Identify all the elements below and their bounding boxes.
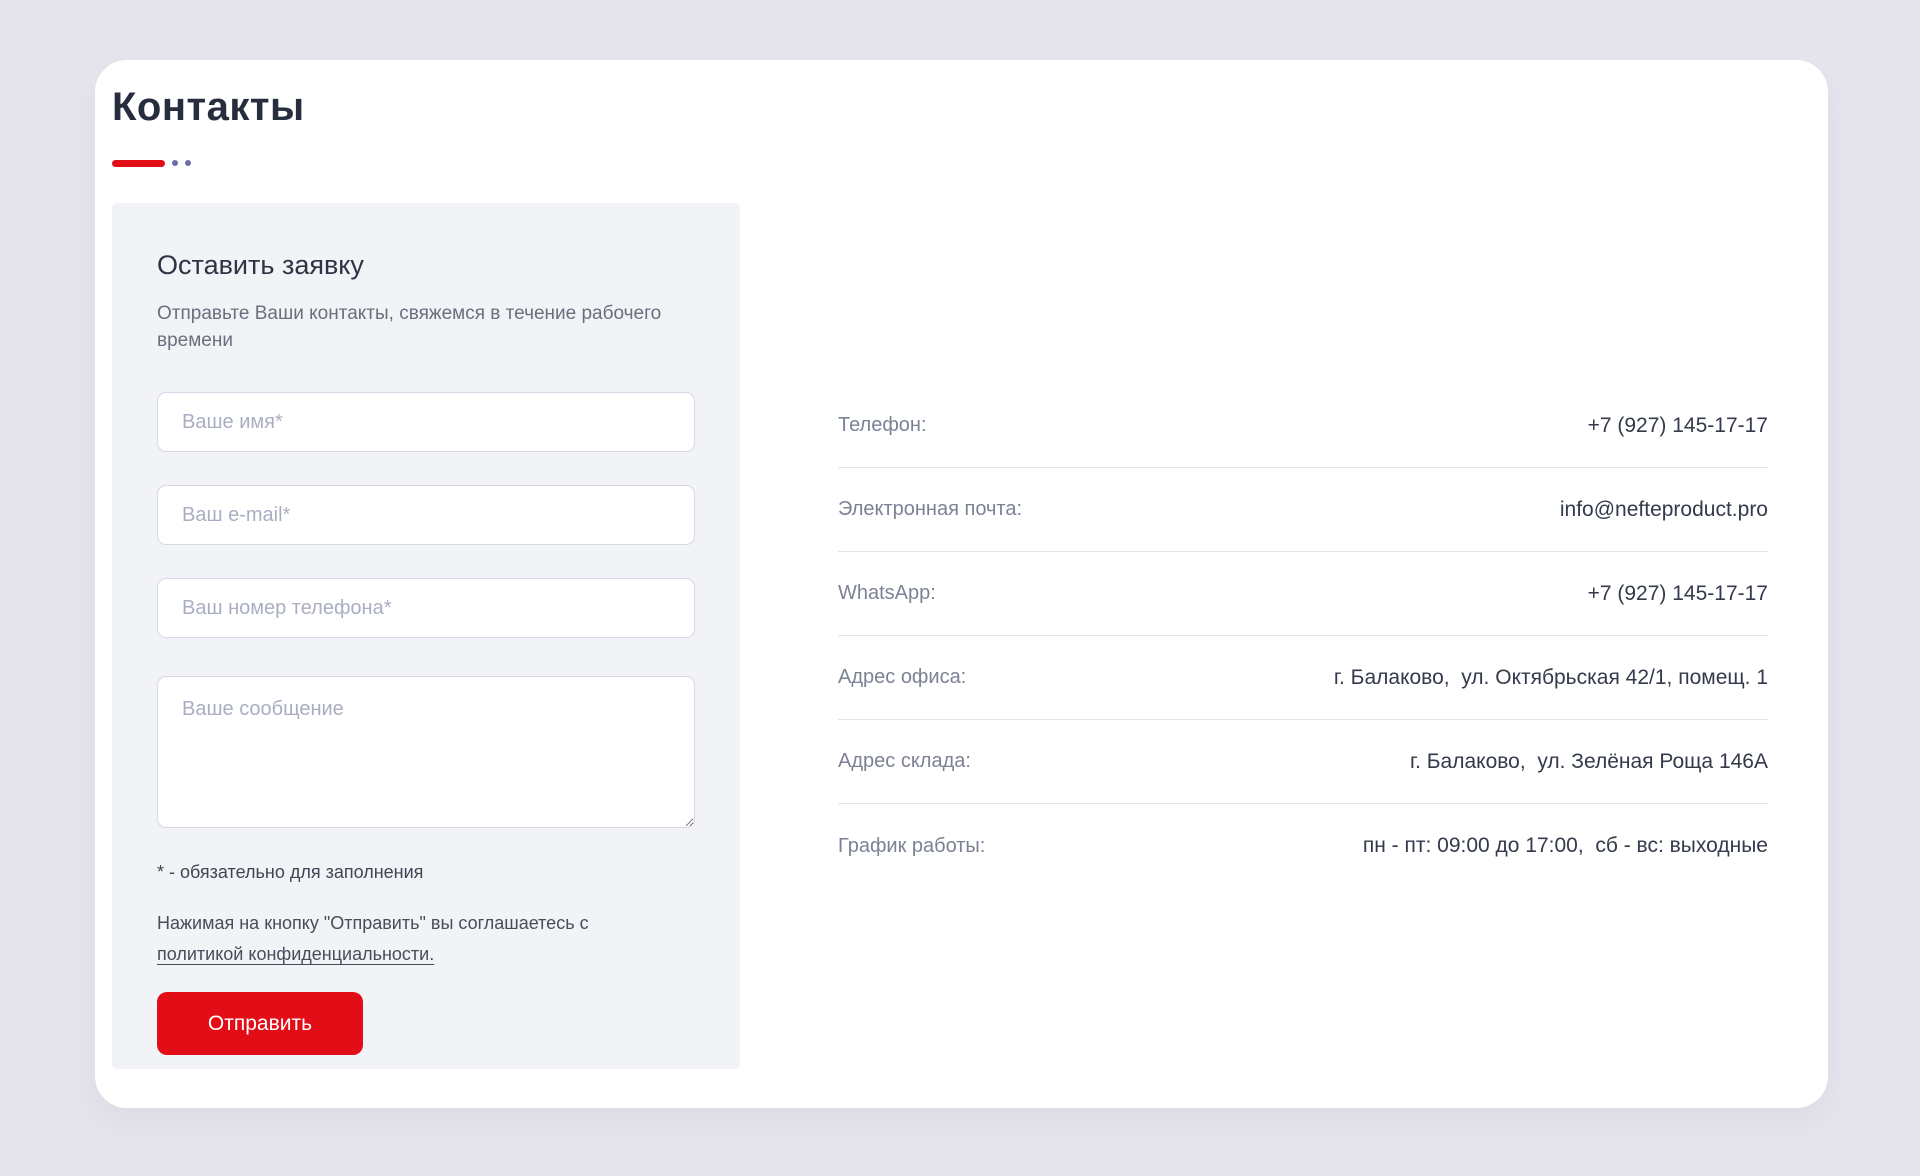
privacy-policy-link[interactable]: политикой конфиденциальности. [157,944,434,964]
title-underline-decoration [112,159,191,167]
contact-label: Адрес офиса: [838,666,966,689]
message-textarea[interactable] [157,676,695,828]
contact-value: пн - пт: 09:00 до 17:00, сб - вс: выходн… [1363,834,1768,858]
dot-decoration [172,160,178,166]
contact-value: г. Балаково, ул. Октябрьская 42/1, помещ… [1334,666,1768,690]
red-bar-decoration [112,160,165,167]
contact-value: +7 (927) 145-17-17 [1588,414,1768,438]
contact-info-list: Телефон: +7 (927) 145-17-17 Электронная … [838,384,1768,888]
contact-label: Телефон: [838,414,927,437]
email-input[interactable] [157,485,695,545]
contact-row-email: Электронная почта: info@nefteproduct.pro [838,468,1768,552]
contact-label: График работы: [838,835,985,858]
consent-text: Нажимая на кнопку "Отправить" вы соглаша… [157,908,627,970]
form-heading: Оставить заявку [157,250,695,281]
contact-label: Адрес склада: [838,750,971,773]
dot-decoration [185,160,191,166]
request-form-panel: Оставить заявку Отправьте Ваши контакты,… [112,203,740,1069]
contacts-section-card: Контакты Оставить заявку Отправьте Ваши … [95,60,1828,1108]
consent-prefix: Нажимая на кнопку "Отправить" вы соглаша… [157,913,589,933]
contact-value: +7 (927) 145-17-17 [1588,582,1768,606]
form-description: Отправьте Ваши контакты, свяжемся в тече… [157,300,677,354]
contact-row-phone: Телефон: +7 (927) 145-17-17 [838,384,1768,468]
contact-label: Электронная почта: [838,498,1022,521]
contact-value: info@nefteproduct.pro [1560,498,1768,522]
contact-value: г. Балаково, ул. Зелёная Роща 146А [1410,750,1768,774]
required-fields-note: * - обязательно для заполнения [157,862,695,883]
contact-row-whatsapp: WhatsApp: +7 (927) 145-17-17 [838,552,1768,636]
phone-input[interactable] [157,578,695,638]
contact-row-working-hours: График работы: пн - пт: 09:00 до 17:00, … [838,804,1768,888]
contact-label: WhatsApp: [838,582,936,605]
contact-row-warehouse-address: Адрес склада: г. Балаково, ул. Зелёная Р… [838,720,1768,804]
contact-row-office-address: Адрес офиса: г. Балаково, ул. Октябрьска… [838,636,1768,720]
page-title: Контакты [112,85,305,130]
name-input[interactable] [157,392,695,452]
submit-button[interactable]: Отправить [157,992,363,1055]
